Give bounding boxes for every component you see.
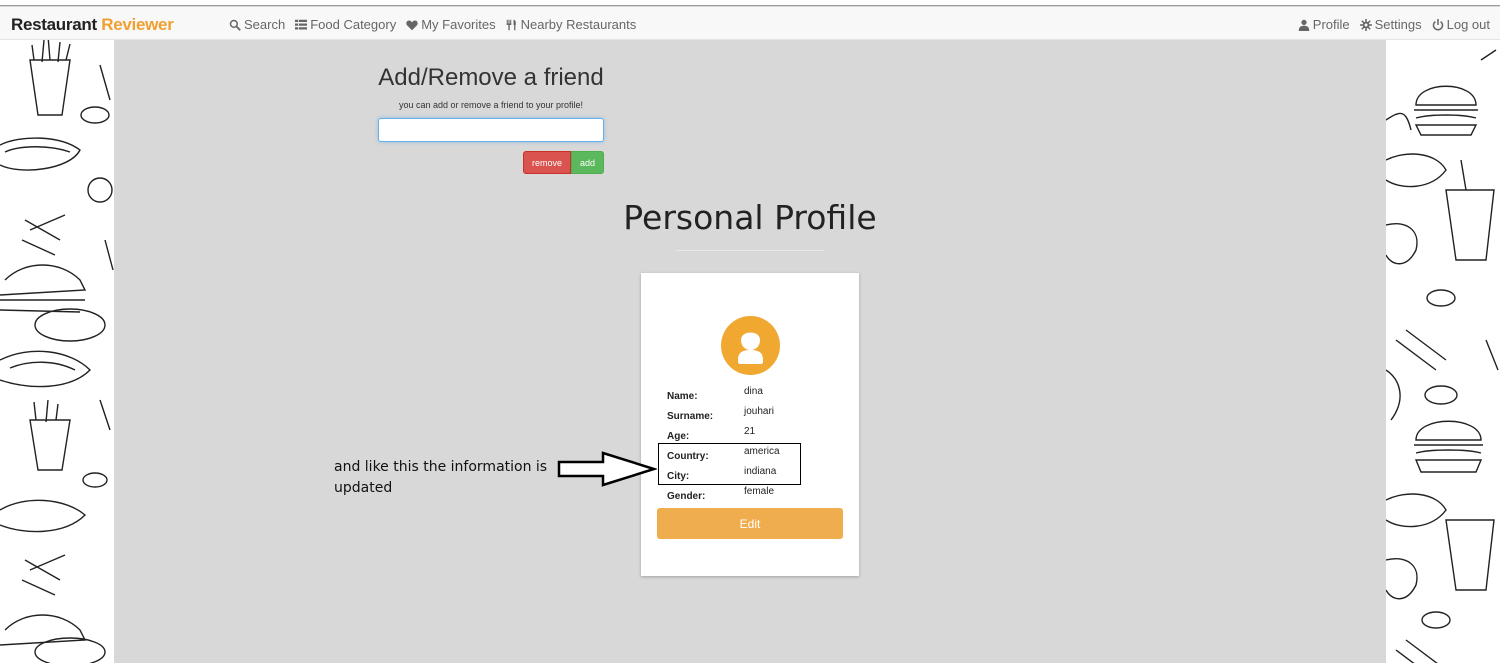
add-friend-button[interactable]: add	[571, 151, 604, 174]
profile-title: Personal Profile	[623, 198, 877, 237]
name-value: dina	[744, 386, 763, 397]
food-doodle-left-panel	[0, 40, 114, 663]
friend-name-input[interactable]	[378, 118, 604, 142]
nav-logout-label: Log out	[1446, 17, 1490, 32]
country-label: Country:	[667, 451, 709, 462]
friend-section-subtitle: you can add or remove a friend to your p…	[398, 100, 584, 110]
list-icon	[295, 19, 308, 29]
nav-profile-label: Profile	[1312, 17, 1350, 32]
nav-settings[interactable]: Settings	[1359, 17, 1422, 32]
gender-label: Gender:	[667, 491, 706, 502]
heart-icon	[406, 20, 418, 30]
nav-right-menu: Profile Settings Log out	[1298, 17, 1490, 32]
remove-friend-button[interactable]: remove	[523, 151, 571, 174]
name-label: Name:	[667, 391, 698, 402]
power-icon	[1432, 18, 1443, 30]
cutlery-icon	[506, 19, 516, 30]
friend-section-title: Add/Remove a friend	[378, 64, 604, 91]
nav-nearby-restaurants-label: Nearby Restaurants	[520, 17, 637, 32]
nav-my-favorites[interactable]: My Favorites	[406, 17, 496, 32]
nav-nearby-restaurants[interactable]: Nearby Restaurants	[506, 17, 637, 32]
city-value: indiana	[744, 466, 777, 477]
edit-profile-button[interactable]: Edit	[657, 508, 843, 539]
brand-logo[interactable]: Restaurant Reviewer	[11, 15, 174, 35]
gear-icon	[1359, 18, 1372, 31]
title-divider	[676, 250, 824, 251]
profile-card: Name: dina Surname: jouhari Age: 21 Coun…	[641, 273, 859, 576]
surname-label: Surname:	[667, 411, 714, 422]
avatar	[721, 316, 780, 375]
nav-search[interactable]: Search	[229, 17, 285, 32]
food-doodle-right-panel	[1386, 40, 1500, 663]
brand-accent: Reviewer	[101, 15, 174, 34]
annotation-text: and like this the information is updated	[334, 459, 548, 496]
nav-left-menu: Search Food Category My Favorites Nearby…	[229, 17, 636, 32]
search-icon	[229, 19, 241, 31]
nav-logout[interactable]: Log out	[1432, 17, 1490, 32]
window-top-border	[0, 0, 1500, 6]
age-label: Age:	[667, 431, 690, 442]
gender-value: female	[744, 486, 775, 497]
arrow-right-icon	[557, 451, 657, 487]
nav-my-favorites-label: My Favorites	[421, 17, 496, 32]
nav-settings-label: Settings	[1374, 17, 1422, 32]
nav-profile[interactable]: Profile	[1298, 17, 1350, 32]
top-navbar: Restaurant Reviewer Search Food Category…	[0, 7, 1500, 40]
brand-primary: Restaurant	[11, 15, 97, 34]
age-value: 21	[744, 426, 756, 437]
surname-value: jouhari	[744, 406, 775, 417]
nav-search-label: Search	[244, 17, 286, 32]
country-value: america	[744, 446, 780, 457]
city-label: City:	[667, 471, 690, 482]
avatar-user-icon	[738, 332, 763, 364]
nav-food-category-label: Food Category	[310, 17, 397, 32]
user-icon	[1298, 19, 1310, 31]
nav-food-category[interactable]: Food Category	[295, 17, 396, 32]
